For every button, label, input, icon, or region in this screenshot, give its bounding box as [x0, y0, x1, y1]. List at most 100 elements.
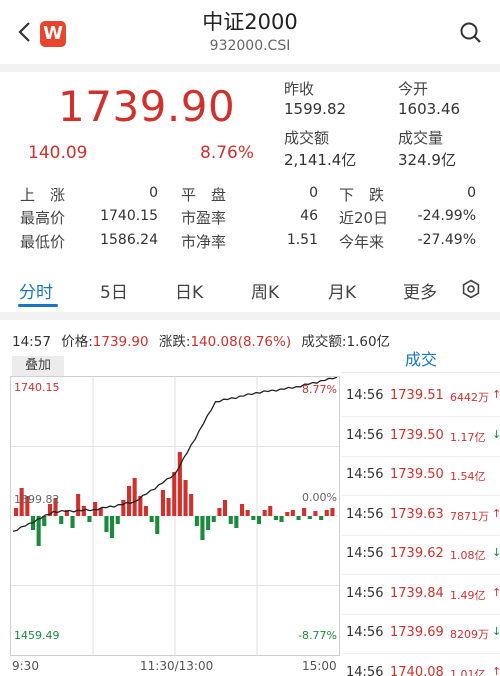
tab-monthly-k[interactable]: 月K	[328, 278, 356, 303]
volume-bar	[245, 510, 250, 516]
flat-value: 0	[309, 185, 318, 201]
volume-bar	[313, 511, 318, 516]
y-mid-label: 1599.82	[14, 493, 60, 506]
volume-bar	[256, 516, 261, 524]
trade-direction-icon: ↑	[492, 506, 500, 520]
trade-row: 14:56 1739.84 1.49亿 ↑	[342, 585, 500, 626]
volume-value: 324.9亿	[398, 151, 456, 169]
info-price-label: 价格:	[61, 334, 93, 350]
current-price: 1739.90	[58, 82, 236, 131]
volume-bar	[296, 516, 301, 520]
y-min-label: 1459.49	[14, 629, 60, 642]
tab-5day[interactable]: 5日	[100, 278, 128, 303]
price-change-pct: 8.76%	[200, 143, 255, 163]
trade-time: 14:56	[346, 388, 384, 403]
prev-close-value: 1599.82	[284, 100, 347, 118]
volume-bar	[59, 516, 64, 524]
pct-mid-label: 0.00%	[302, 491, 337, 504]
ytd-value: -27.49%	[417, 232, 476, 248]
high-label: 最高价	[20, 209, 66, 227]
trade-direction-icon: ↓	[492, 546, 500, 559]
index-code: 932000.CSI	[209, 38, 291, 54]
trade-volume: 1.54亿	[450, 470, 486, 483]
low-label: 最低价	[20, 233, 66, 251]
divider	[342, 416, 500, 417]
intraday-chart[interactable]: 1740.15 1599.82 1459.49 8.77% 0.00% -8.7…	[10, 376, 340, 656]
volume-bar	[330, 508, 335, 516]
volume-bar	[143, 506, 148, 516]
info-change: 140.08(8.76%)	[190, 334, 292, 350]
volume-bar	[307, 516, 312, 519]
volume-bar	[324, 510, 329, 516]
price-change: 140.09	[28, 143, 88, 163]
divider	[342, 372, 500, 373]
trade-direction-icon: ↓	[492, 625, 500, 638]
trade-time: 14:56	[346, 427, 384, 443]
volume-bar	[200, 516, 205, 540]
trade-time: 14:56	[346, 467, 384, 482]
overlay-button[interactable]: 叠加	[12, 356, 64, 376]
volume-bar	[285, 512, 290, 516]
fall-label: 下 跌	[339, 186, 385, 204]
volume-bar	[132, 478, 137, 516]
volume-bar	[160, 490, 165, 516]
trade-time: 14:56	[346, 506, 384, 522]
trade-row: 14:56 1739.51 6442万 ↑	[342, 388, 500, 428]
trades-header[interactable]: 成交	[342, 346, 500, 372]
volume-bar	[251, 516, 256, 520]
trade-row: 14:56 1739.63 7871万 ↑	[342, 506, 500, 547]
page-title: 中证2000	[202, 10, 298, 34]
tab-intraday[interactable]: 分时	[19, 278, 53, 303]
volume-bar	[172, 472, 177, 516]
pb-label: 市净率	[181, 233, 227, 251]
trade-volume: 1.01亿	[450, 667, 486, 676]
info-time: 14:57	[12, 334, 51, 350]
pct-min-label: -8.77%	[298, 629, 337, 642]
divider	[0, 312, 500, 320]
prev-close-label: 昨收	[284, 80, 315, 98]
search-icon	[460, 22, 481, 43]
volume-bar	[273, 516, 278, 520]
info-change-label: 涨跌:	[158, 334, 191, 350]
divider	[342, 653, 500, 654]
volume-bar	[36, 516, 41, 546]
trade-row: 14:56 1739.69 8209万 ↓	[342, 625, 500, 665]
volume-bar	[121, 500, 126, 516]
chart-tabs: 分时 5日 日K 周K 月K 更多	[0, 270, 500, 312]
volume-bar	[290, 510, 295, 516]
time-end: 15:00	[302, 659, 337, 673]
volume-bar	[279, 516, 284, 522]
search-button[interactable]	[458, 20, 484, 46]
volume-bar	[217, 508, 222, 516]
volume-bar	[14, 508, 19, 516]
d20-label: 近20日	[339, 209, 389, 227]
trade-volume: 1.49亿	[450, 588, 486, 602]
turnover-label: 成交额	[284, 129, 330, 147]
trade-direction-icon: ↑	[492, 585, 500, 599]
volume-bar	[240, 504, 245, 516]
ytd-label: 今年来	[339, 233, 385, 251]
time-mid: 11:30/13:00	[140, 659, 214, 673]
trade-price: 1739.69	[390, 625, 444, 640]
trade-volume: 8209万	[450, 628, 489, 641]
trade-volume: 1.17亿	[450, 430, 486, 444]
trade-direction-icon: ↑	[492, 388, 500, 401]
volume-bar	[302, 508, 307, 516]
back-button[interactable]	[14, 18, 36, 46]
trade-price: 1739.63	[390, 506, 444, 522]
tab-daily-k[interactable]: 日K	[175, 278, 203, 303]
volume-bar	[115, 516, 120, 524]
volume-bar	[262, 510, 267, 516]
fall-value: 0	[467, 185, 476, 201]
chart-settings-button[interactable]	[461, 279, 481, 299]
tab-more[interactable]: 更多	[403, 278, 437, 303]
trade-volume: 1.08亿	[450, 549, 486, 562]
volume-bar	[166, 498, 171, 516]
trade-time: 14:56	[346, 664, 384, 676]
trade-price: 1739.50	[390, 427, 444, 443]
trade-direction-icon: ↑	[492, 664, 500, 676]
trade-time: 14:56	[346, 546, 384, 561]
volume-bar	[70, 516, 75, 528]
low-value: 1586.24	[100, 232, 158, 248]
tab-weekly-k[interactable]: 周K	[251, 278, 279, 303]
